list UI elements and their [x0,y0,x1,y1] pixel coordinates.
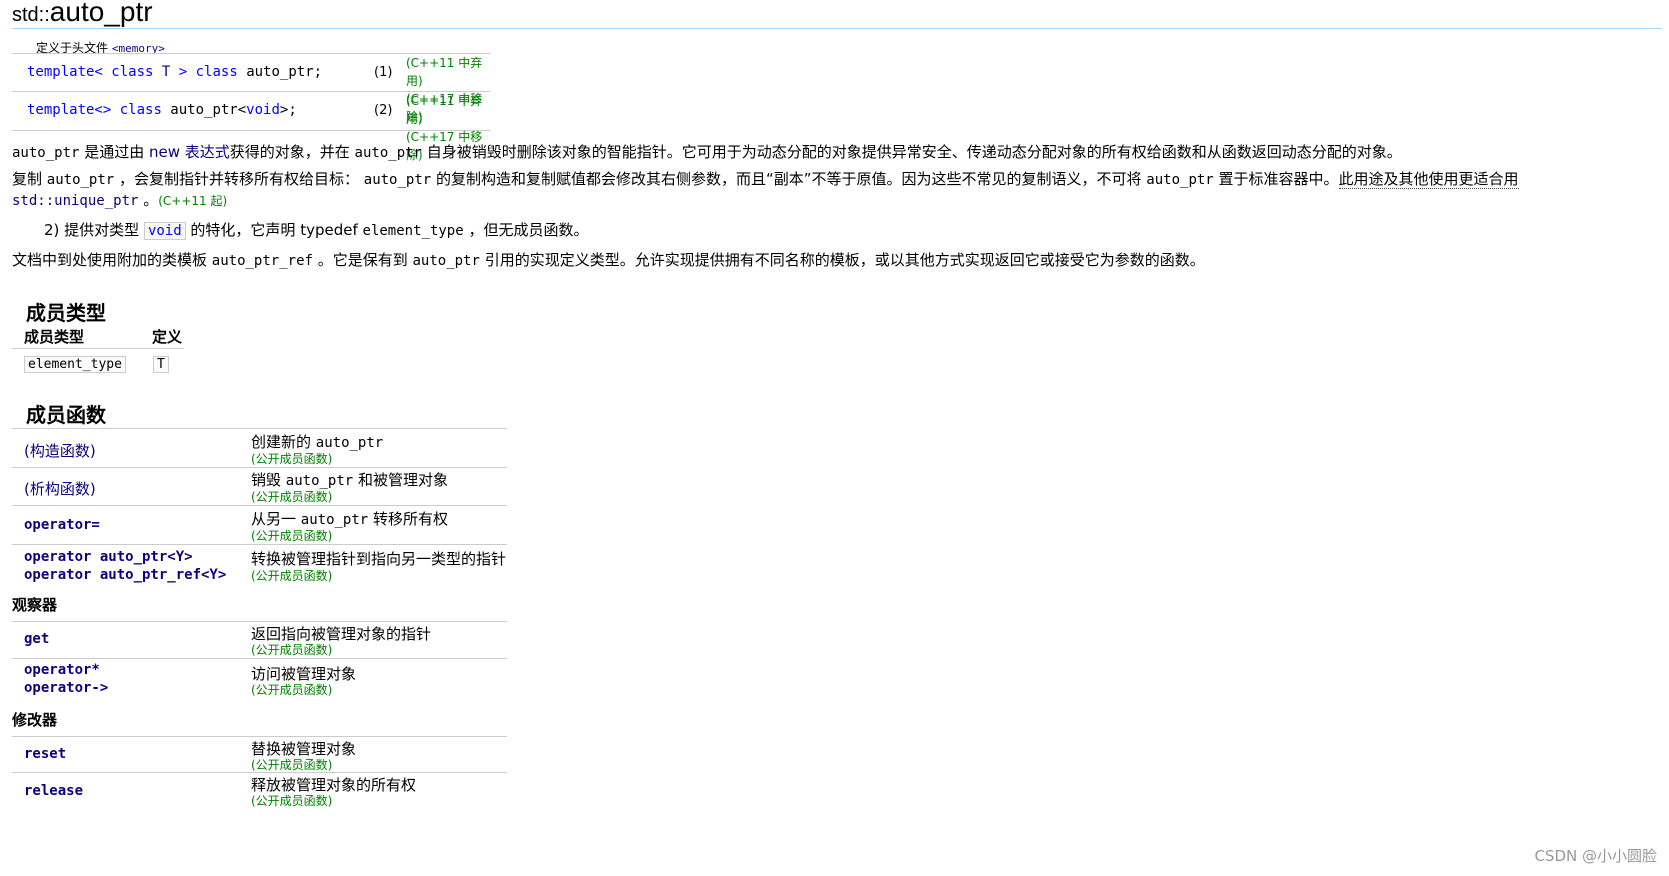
table-row: reset 替换被管理对象 (公开成员函数) [12,736,507,772]
get-link[interactable]: get [24,631,49,647]
page-title: std::auto_ptr [12,0,153,27]
table-row: (构造函数) 创建新的 auto_ptr (公开成员函数) [12,428,507,467]
public-member-note: (公开成员函数) [251,683,333,697]
table-row: get 返回指向被管理对象的指针 (公开成员函数) [12,621,507,658]
observers-section: 观察器 [12,596,58,614]
constructor-link[interactable]: (构造函数) [24,440,96,461]
operator-assign-link[interactable]: operator= [24,517,100,533]
table-cell: element_type [24,356,126,373]
operator-auto-ptr-ref-link[interactable]: operator auto_ptr_ref<Y> [24,567,226,583]
description-paragraph-2: 复制 auto_ptr ，会复制指针并转移所有权给目标： auto_ptr 的复… [12,170,1519,189]
member-functions-heading: 成员函数 [26,403,106,427]
public-member-note: (公开成员函数) [251,490,333,504]
operator-auto-ptr-link[interactable]: operator auto_ptr<Y> [24,549,193,565]
description-paragraph-3: 2) 提供对类型 void 的特化，它声明 typedef element_ty… [44,221,589,240]
table-row: (析构函数) 销毁 auto_ptr 和被管理对象 (公开成员函数) [12,467,507,505]
new-expression-link[interactable]: new 表达式 [149,143,230,161]
release-link[interactable]: release [24,783,83,799]
column-header: 成员类型 [24,328,85,346]
reset-link[interactable]: reset [24,746,66,762]
table-row: operator auto_ptr<Y> operator auto_ptr_r… [12,544,507,585]
description-paragraph-2-cont: std::unique_ptr 。(C++11 起) [12,191,228,209]
public-member-note: (公开成员函数) [251,643,333,657]
destructor-link[interactable]: (析构函数) [24,478,96,499]
page-title-bar: std::auto_ptr [12,0,1662,29]
description-paragraph-1: auto_ptr 是通过由 new 表达式获得的对象，并在 auto_ptr 自… [12,143,1402,161]
table-row: operator* operator-> 访问被管理对象 (公开成员函数) [12,658,507,699]
public-member-note: (公开成员函数) [251,758,333,772]
since-cpp11-note: (C++11 起) [158,194,228,208]
public-member-note: (公开成员函数) [251,794,333,808]
member-types-heading: 成员类型 [26,301,106,325]
table-row: release 释放被管理对象的所有权 (公开成员函数) [12,772,507,809]
table-row: operator= 从另一 auto_ptr 转移所有权 (公开成员函数) [12,505,507,544]
description-paragraph-4: 文档中到处使用附加的类模板 auto_ptr_ref 。它是保有到 auto_p… [12,251,1205,269]
column-header: 定义 [152,328,183,346]
public-member-note: (公开成员函数) [251,452,333,466]
watermark: CSDN @小小圆脸 [1534,847,1657,865]
unique-ptr-link[interactable]: std::unique_ptr [12,193,138,209]
operator-arrow-link[interactable]: operator-> [24,680,108,696]
declaration-2: template<> class auto_ptr<void>; (2) (C+… [12,91,490,162]
operator-deref-link[interactable]: operator* [24,662,100,678]
public-member-note: (公开成员函数) [251,569,333,583]
declaration-1: template< class T > class auto_ptr; (1) … [12,53,490,124]
public-member-note: (公开成员函数) [251,529,333,543]
table-cell: T [153,356,169,373]
modifiers-section: 修改器 [12,711,58,729]
